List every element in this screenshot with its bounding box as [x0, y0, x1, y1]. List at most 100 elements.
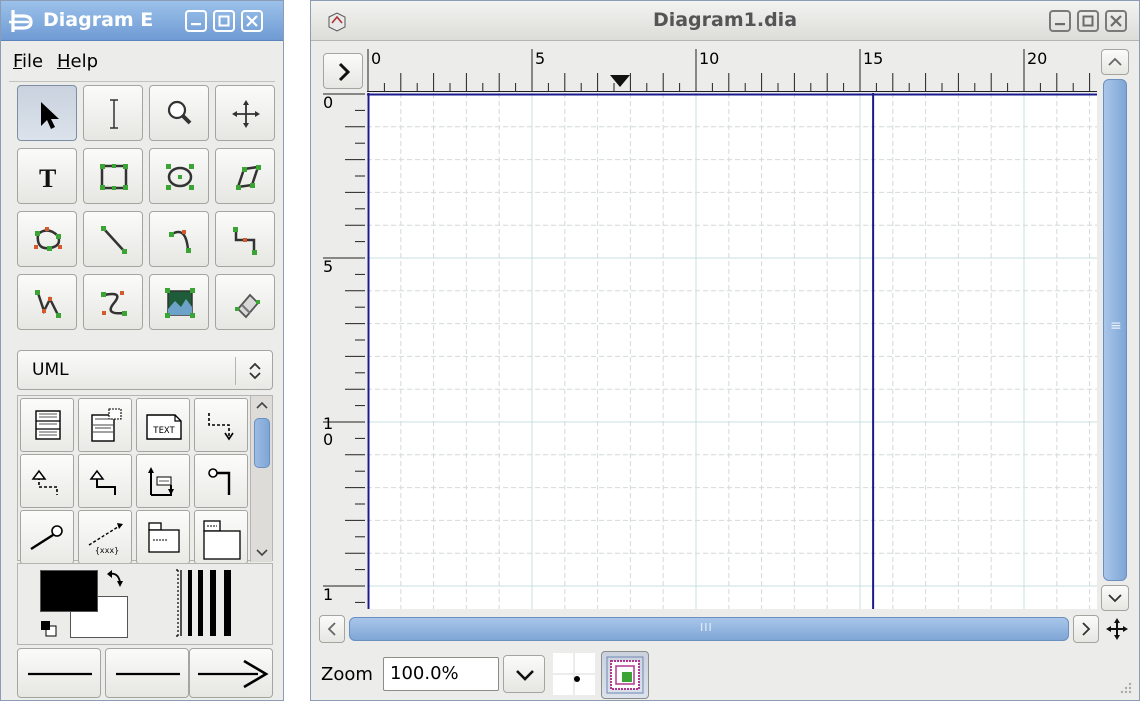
ruler-label-15: 15: [863, 49, 884, 68]
menu-help[interactable]: Help: [57, 51, 98, 72]
uml-generalization-shape[interactable]: [78, 454, 132, 508]
maximize-button[interactable]: [1077, 10, 1099, 32]
beziergon-tool-button[interactable]: [17, 211, 77, 267]
diagram-title: Diagram1.dia: [652, 9, 798, 31]
uml-dependency-shape[interactable]: [194, 398, 248, 452]
vruler-label-5: 5: [323, 257, 334, 276]
svg-text:T: T: [39, 164, 56, 193]
uml-note-shape[interactable]: TEXT: [136, 398, 190, 452]
generalization-icon: [89, 469, 116, 495]
large-package-icon: [203, 520, 241, 560]
box-icon: [100, 164, 128, 190]
line-style-button[interactable]: [105, 648, 189, 698]
association-icon: [148, 467, 174, 496]
line-style-area: [17, 648, 273, 698]
hscroll-left-button[interactable]: [319, 615, 345, 643]
line-icon: [101, 226, 127, 254]
snap-object-icon: [606, 656, 644, 694]
vscroll-down-button[interactable]: [1101, 585, 1129, 611]
toolbox-title: Diagram E: [43, 9, 154, 31]
scroll-tool-button[interactable]: [215, 85, 275, 141]
sheet-scrollbar[interactable]: [250, 396, 272, 562]
ellipse-tool-button[interactable]: [149, 148, 209, 204]
minimize-button[interactable]: [1049, 10, 1071, 32]
magnify-tool-button[interactable]: [149, 85, 209, 141]
text-tool-button[interactable]: T: [17, 148, 77, 204]
uml-large-package-shape[interactable]: [136, 510, 190, 564]
close-icon: [1110, 15, 1122, 27]
vertical-ruler-ticks: [323, 93, 365, 636]
move-icon: [232, 100, 260, 128]
scroll-up-icon: [256, 401, 268, 409]
menubar: File Help: [1, 45, 283, 79]
menu-file[interactable]: File: [13, 51, 43, 72]
polyline-tool-button[interactable]: [17, 274, 77, 330]
ruler-label-5: 5: [535, 49, 546, 68]
scroll-left-icon: [327, 622, 336, 636]
foreground-color-swatch[interactable]: [40, 570, 98, 612]
line-tool-button[interactable]: [83, 211, 143, 267]
horizontal-scrollbar[interactable]: III: [319, 615, 1099, 643]
snap-to-grid-toggle[interactable]: [553, 653, 595, 695]
ruler-label-0: 0: [371, 49, 382, 68]
uml-template-class-shape[interactable]: [78, 398, 132, 452]
swap-colors-icon[interactable]: [104, 568, 128, 592]
text-edit-tool-button[interactable]: [83, 85, 143, 141]
sheet-selector-value: UML: [32, 360, 69, 380]
maximize-icon: [218, 15, 230, 27]
arrow-right-icon: [198, 659, 269, 689]
zoom-dropdown-button[interactable]: [503, 655, 545, 693]
uml-realizes-shape[interactable]: [20, 454, 74, 508]
image-tool-button[interactable]: [149, 274, 209, 330]
zoom-input[interactable]: 100.0%: [383, 657, 499, 691]
status-bar: Zoom 100.0%: [311, 651, 1139, 701]
hscroll-right-button[interactable]: [1073, 615, 1099, 643]
bezierline-tool-button[interactable]: [83, 274, 143, 330]
resize-grip-icon[interactable]: [1117, 679, 1133, 695]
uml-package-shape[interactable]: [194, 510, 248, 564]
polygon-tool-button[interactable]: [215, 148, 275, 204]
hscroll-thumb[interactable]: III: [349, 617, 1069, 641]
zigzagline-tool-button[interactable]: [215, 211, 275, 267]
start-arrow-button[interactable]: [17, 648, 101, 698]
sheet-selector[interactable]: UML: [17, 350, 273, 390]
close-button[interactable]: [1105, 10, 1127, 32]
uml-implements-shape[interactable]: [194, 454, 248, 508]
polygon-icon: [236, 165, 261, 190]
uml-constraint-shape[interactable]: [20, 510, 74, 564]
horizontal-ruler: 0 5 10 15 20: [367, 45, 1107, 93]
toolbox-titlebar[interactable]: Diagram E: [1, 1, 283, 41]
box-tool-button[interactable]: [83, 148, 143, 204]
maximize-button[interactable]: [213, 10, 235, 32]
beziergon-icon: [34, 227, 62, 251]
default-colors-icon[interactable]: [40, 620, 60, 640]
snap-to-object-toggle[interactable]: [601, 651, 649, 699]
magnify-icon: [167, 100, 192, 125]
lollipop-icon: [30, 525, 63, 551]
small-package-icon: [148, 522, 180, 553]
navigation-move-icon[interactable]: [1105, 617, 1129, 641]
vscroll-up-button[interactable]: [1101, 49, 1129, 75]
pointer-tool-button[interactable]: [17, 85, 77, 141]
ruler-toggle-button[interactable]: [323, 53, 363, 89]
ellipse-icon: [166, 164, 194, 190]
vscroll-thumb[interactable]: ≡: [1103, 79, 1127, 581]
minimize-button[interactable]: [185, 10, 207, 32]
uml-association-shape[interactable]: [136, 454, 190, 508]
diagram-titlebar[interactable]: Diagram1.dia: [311, 1, 1139, 41]
vertical-scrollbar[interactable]: ≡: [1101, 49, 1129, 611]
polyline-icon: [35, 290, 61, 318]
diagram-window: Diagram1.dia 0 5 10 15 20 0 5 1 0 1 ≡ II…: [310, 0, 1140, 701]
uml-class-shape[interactable]: [20, 398, 74, 452]
svg-text:{xxx}: {xxx}: [95, 546, 119, 555]
line-width-icon[interactable]: [170, 568, 250, 640]
diagram-canvas[interactable]: [367, 93, 1097, 609]
uml-small-package-shape[interactable]: {xxx}: [78, 510, 132, 564]
ruler-label-20: 20: [1027, 49, 1048, 68]
arc-tool-button[interactable]: [149, 211, 209, 267]
scroll-right-icon: [1082, 622, 1091, 636]
outline-tool-button[interactable]: [215, 274, 275, 330]
end-arrow-button[interactable]: [189, 648, 273, 698]
close-button[interactable]: [241, 10, 263, 32]
sheet-scroll-thumb[interactable]: [254, 418, 270, 468]
